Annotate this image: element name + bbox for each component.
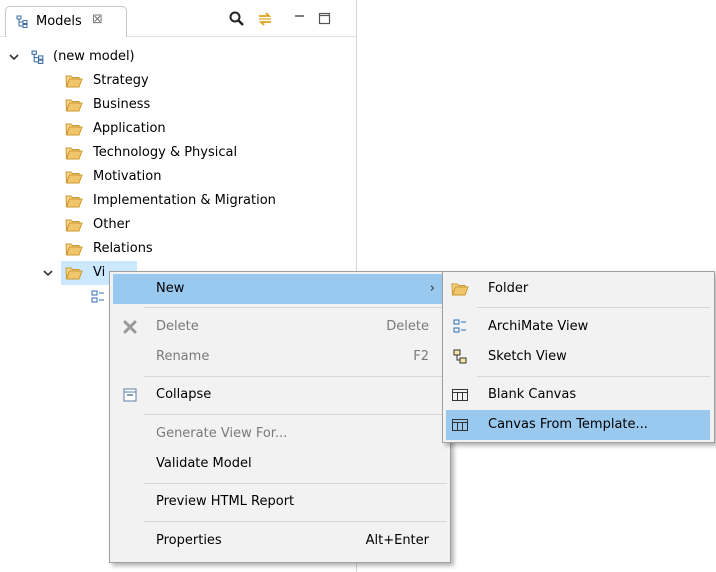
menu-separator xyxy=(144,414,447,415)
menu-item-properties[interactable]: Properties Alt+Enter xyxy=(113,526,445,556)
tree-node-label: Motivation xyxy=(93,169,162,184)
models-tab[interactable]: Models ⊠ xyxy=(5,6,127,37)
submenu-item-archimate-view[interactable]: ArchiMate View xyxy=(446,312,710,342)
menu-item-label: Generate View For... xyxy=(156,426,288,441)
menu-item-new[interactable]: New › xyxy=(113,274,445,304)
archimate-view-icon xyxy=(453,319,466,333)
submenu-item-label: ArchiMate View xyxy=(488,319,589,334)
tree-folder-other[interactable]: Other xyxy=(0,213,356,237)
folder-open-icon xyxy=(65,219,83,232)
menu-item-label: Properties xyxy=(156,533,222,548)
canvas-template-icon xyxy=(452,419,468,431)
search-icon[interactable] xyxy=(228,10,246,28)
collapse-all-icon xyxy=(123,388,137,402)
tree-node-root[interactable]: (new model) xyxy=(0,45,356,69)
menu-item-shortcut: F2 xyxy=(413,349,429,364)
minimize-icon[interactable] xyxy=(291,10,309,28)
submenu-item-label: Blank Canvas xyxy=(488,387,577,402)
tree-folder-implementation[interactable]: Implementation & Migration xyxy=(0,189,356,213)
tree-node-label: Implementation & Migration xyxy=(93,193,276,208)
menu-item-label: New xyxy=(156,281,185,296)
tree-node-label: Business xyxy=(93,97,151,112)
submenu-item-label: Folder xyxy=(488,281,529,296)
menu-item-validate-model[interactable]: Validate Model xyxy=(113,449,445,479)
tree-folder-strategy[interactable]: Strategy xyxy=(0,69,356,93)
menu-separator xyxy=(144,376,447,377)
new-submenu: Folder ArchiMate View Sketch View Blank … xyxy=(442,271,715,443)
menu-item-label: Validate Model xyxy=(156,456,252,471)
model-icon xyxy=(31,50,44,64)
tree-folder-application[interactable]: Application xyxy=(0,117,356,141)
menu-item-label: Collapse xyxy=(156,387,212,402)
tree-node-label: Technology & Physical xyxy=(93,145,238,160)
models-tab-title: Models xyxy=(36,14,82,29)
submenu-item-blank-canvas[interactable]: Blank Canvas xyxy=(446,380,710,410)
folder-open-icon xyxy=(451,283,469,296)
menu-separator xyxy=(477,376,710,377)
menu-separator xyxy=(144,483,447,484)
tree-folder-motivation[interactable]: Motivation xyxy=(0,165,356,189)
tree-folder-technology[interactable]: Technology & Physical xyxy=(0,141,356,165)
submenu-item-label: Sketch View xyxy=(488,349,567,364)
submenu-item-canvas-from-template[interactable]: Canvas From Template... xyxy=(446,410,710,440)
menu-item-rename[interactable]: Rename F2 xyxy=(113,342,445,372)
menu-item-label: Delete xyxy=(156,319,199,334)
submenu-item-sketch-view[interactable]: Sketch View xyxy=(446,342,710,372)
folder-open-icon xyxy=(65,147,83,160)
submenu-item-folder[interactable]: Folder xyxy=(446,274,710,304)
submenu-arrow-icon: › xyxy=(429,281,435,296)
tree-node-label: Other xyxy=(93,217,130,232)
tree-node-label: Relations xyxy=(93,241,153,256)
context-menu: New › Delete Delete Rename F2 Collapse G… xyxy=(109,271,451,563)
folder-open-icon xyxy=(65,99,83,112)
archimate-view-icon xyxy=(91,290,104,303)
folder-open-icon xyxy=(65,171,83,184)
menu-item-label: Rename xyxy=(156,349,210,364)
menu-item-generate-view[interactable]: Generate View For... xyxy=(113,419,445,449)
menu-item-label: Preview HTML Report xyxy=(156,494,295,509)
chevron-down-icon[interactable] xyxy=(42,267,54,279)
delete-icon xyxy=(123,320,137,334)
model-tree-icon xyxy=(16,15,28,28)
canvas-icon xyxy=(452,389,468,401)
chevron-down-icon[interactable] xyxy=(8,51,20,63)
menu-item-delete[interactable]: Delete Delete xyxy=(113,312,445,342)
maximize-icon[interactable] xyxy=(316,10,334,28)
tree-folder-relations[interactable]: Relations xyxy=(0,237,356,261)
menu-item-shortcut: Alt+Enter xyxy=(365,533,429,548)
menu-separator xyxy=(144,521,447,522)
submenu-item-label: Canvas From Template... xyxy=(488,417,648,432)
link-with-editor-icon[interactable] xyxy=(256,10,274,28)
tree-node-label: Application xyxy=(93,121,166,136)
view-tab-bar: Models ⊠ xyxy=(0,0,356,37)
folder-open-icon xyxy=(65,123,83,136)
tree-folder-business[interactable]: Business xyxy=(0,93,356,117)
menu-separator xyxy=(144,307,447,308)
menu-item-shortcut: Delete xyxy=(386,319,429,334)
tree-node-label: Strategy xyxy=(93,73,149,88)
folder-open-icon xyxy=(65,267,83,280)
menu-item-preview-html-report[interactable]: Preview HTML Report xyxy=(113,487,445,517)
folder-open-icon xyxy=(65,243,83,256)
folder-open-icon xyxy=(65,195,83,208)
tab-close-icon[interactable]: ⊠ xyxy=(92,12,103,27)
folder-open-icon xyxy=(65,75,83,88)
tree-node-label: Vi xyxy=(93,265,106,280)
sketch-view-icon xyxy=(453,349,467,364)
tree-node-label: (new model) xyxy=(53,49,135,64)
menu-item-collapse[interactable]: Collapse xyxy=(113,380,445,410)
menu-separator xyxy=(477,307,710,308)
